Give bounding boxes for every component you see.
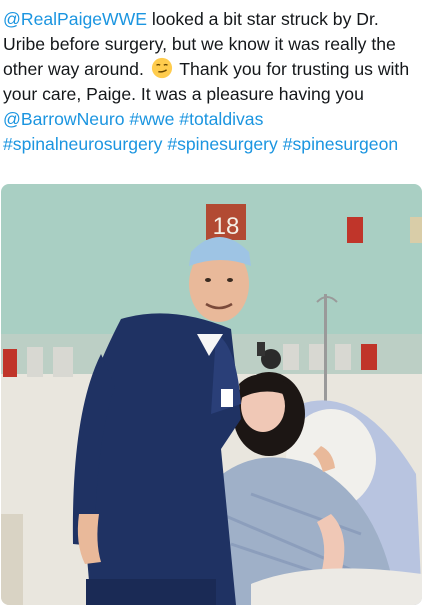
wall-box	[347, 217, 363, 243]
doctor-eye	[227, 278, 233, 282]
tweet-photo[interactable]: 18	[1, 184, 422, 605]
outlet	[309, 344, 325, 370]
hashtag-link[interactable]: #totaldivas	[179, 109, 263, 129]
hashtag-link[interactable]: #wwe	[129, 109, 174, 129]
cart	[1, 514, 23, 605]
outlet	[361, 344, 377, 370]
outlet	[27, 347, 43, 377]
doctor-eye	[205, 278, 211, 282]
outlet	[3, 349, 17, 377]
tweet-text: @RealPaigeWWE looked a bit star struck b…	[3, 7, 421, 157]
smirking-face-emoji	[151, 57, 172, 79]
wall-box	[410, 217, 422, 243]
outlet	[53, 347, 73, 377]
hospital-room-photo: 18	[1, 184, 422, 605]
hashtag-link[interactable]: #spinesurgeon	[283, 134, 398, 154]
outlet	[283, 344, 299, 370]
doctor-trousers	[86, 579, 216, 605]
outlet	[335, 344, 351, 370]
hashtag-link[interactable]: #spinesurgery	[167, 134, 278, 154]
mention-link[interactable]: @RealPaigeWWE	[3, 9, 147, 29]
id-badge	[221, 389, 233, 407]
mention-link[interactable]: @BarrowNeuro	[3, 109, 125, 129]
hashtag-link[interactable]: #spinalneurosurgery	[3, 134, 162, 154]
room-number: 18	[213, 213, 240, 240]
tweet: @RealPaigeWWE looked a bit star struck b…	[0, 0, 425, 606]
exam-light-arm	[257, 342, 265, 356]
